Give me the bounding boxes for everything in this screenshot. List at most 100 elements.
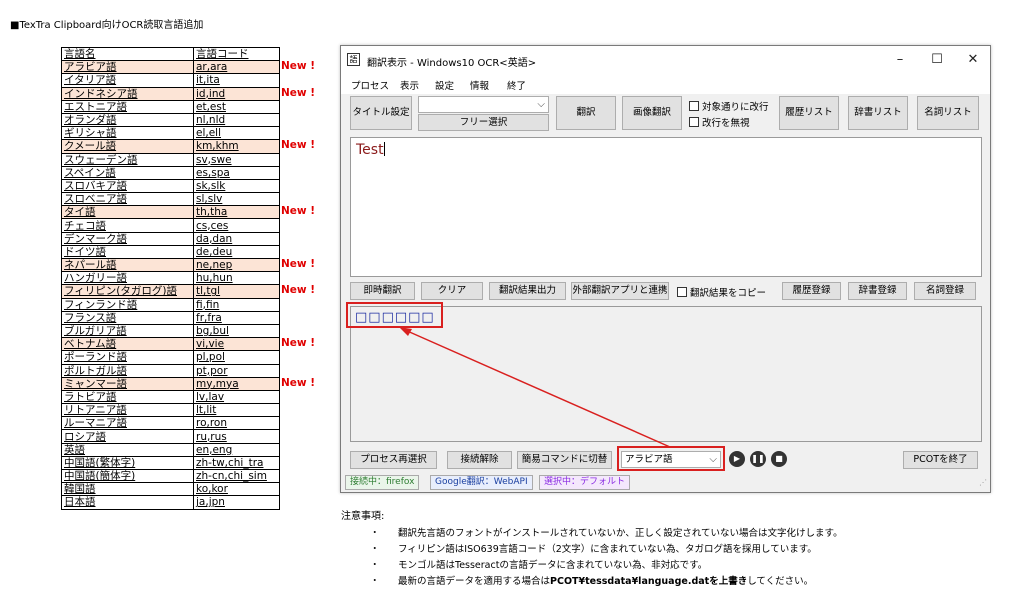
menu-settings[interactable]: 設定: [435, 78, 454, 92]
stop-icon[interactable]: ■: [771, 451, 787, 467]
language-name-cell: ブルガリア語: [61, 323, 194, 339]
language-name-cell: インドネシア語: [61, 86, 194, 101]
new-badge-spacer: [281, 298, 321, 311]
note-item: ・モンゴル語はTesseractの言語データに含まれていない為、非対応です。: [370, 560, 708, 571]
end-pcot-button[interactable]: PCOTを終了: [903, 451, 978, 469]
instant-translate-button[interactable]: 即時翻訳: [350, 282, 415, 300]
language-code-cell: ne,nep: [193, 257, 280, 273]
language-name-cell: スロベニア語: [61, 192, 194, 207]
menu-info[interactable]: 情報: [470, 78, 489, 92]
minimize-button[interactable]: –: [887, 50, 913, 70]
menu-bar: プロセス 表示 設定 情報 終了: [341, 74, 990, 94]
table-row: チェコ語 cs,ces: [61, 218, 280, 233]
maximize-button[interactable]: ☐: [924, 50, 950, 70]
note-bold-path: PCOT¥tessdata¥language.datを上書き: [550, 576, 748, 587]
language-code-cell: fi,fin: [193, 297, 280, 312]
new-badge-column: New ! New ! New ! New ! New ! New ! New ! New !: [281, 47, 321, 509]
status-connected: 接続中：firefox: [345, 475, 420, 490]
language-table: 言語名 言語コード アラビア語 ar,ara イタリア語 it,ita インドネシア語 id,…: [61, 46, 280, 510]
table-row: ラトビア語 lv,lav: [61, 389, 280, 405]
ignore-break-label: 改行を無視: [702, 118, 750, 129]
source-text-area[interactable]: Test: [350, 137, 982, 277]
translated-text-area[interactable]: □□□□□□: [350, 306, 982, 442]
play-icon[interactable]: ▶: [729, 451, 745, 467]
language-code-cell: lt,lit: [193, 403, 280, 418]
copy-result-checkbox[interactable]: 翻訳結果をコピー: [677, 285, 766, 299]
output-result-button[interactable]: 翻訳結果出力: [489, 282, 566, 300]
language-name-cell: ラトビア語: [61, 389, 194, 405]
simple-command-button[interactable]: 簡易コマンドに切替: [517, 451, 612, 469]
pause-icon[interactable]: ❚❚: [750, 451, 766, 467]
new-badge: New !: [281, 139, 316, 152]
resize-grip-icon[interactable]: ⋰: [979, 478, 987, 487]
disconnect-button[interactable]: 接続解除: [447, 451, 512, 469]
dictionary-register-button[interactable]: 辞書登録: [848, 282, 907, 300]
language-name-cell: イタリア語: [61, 73, 194, 88]
language-code-cell: vi,vie: [193, 337, 280, 352]
language-name-cell: スペイン語: [61, 165, 194, 180]
process-reselect-button[interactable]: プロセス再選択: [350, 451, 437, 469]
app-icon: 語: [347, 53, 360, 66]
table-row: オランダ語 nl,nld: [61, 112, 280, 128]
menu-process[interactable]: プロセス: [351, 78, 389, 92]
external-app-button[interactable]: 外部翻訳アプリと連携: [571, 282, 669, 300]
new-badge-spacer: [281, 364, 321, 377]
language-name-cell: スロバキア語: [61, 178, 194, 194]
menu-exit[interactable]: 終了: [507, 78, 526, 92]
history-list-button[interactable]: 履歴リスト: [779, 96, 839, 130]
translation-window: 語 翻訳表示 - Windows10 OCR<英語> – ☐ ✕ プロセス 表示…: [340, 45, 991, 493]
table-row: ポルトガル語 pt,por: [61, 363, 280, 378]
history-register-button[interactable]: 履歴登録: [782, 282, 841, 300]
table-row: デンマーク語 da,dan: [61, 231, 280, 246]
title-combo[interactable]: ⌵: [418, 96, 549, 113]
table-header-cell: 言語コード: [193, 46, 280, 62]
language-code-cell: fr,fra: [193, 310, 280, 325]
line-break-checkbox[interactable]: 対象通りに改行: [689, 99, 769, 113]
language-code-cell: nl,nld: [193, 112, 280, 128]
language-name-cell: ポーランド語: [61, 350, 194, 365]
close-button[interactable]: ✕: [960, 50, 986, 70]
table-row: 日本語 ja,jpn: [61, 495, 280, 510]
status-selected: 選択中：デフォルト: [539, 475, 631, 490]
language-code-cell: th,tha: [193, 205, 280, 220]
language-code-cell: el,ell: [193, 126, 280, 141]
language-name-cell: リトアニア語: [61, 403, 194, 418]
dictionary-list-button[interactable]: 辞書リスト: [848, 96, 908, 130]
language-code-cell: pl,pol: [193, 350, 280, 365]
table-row: 中国語(簡体字) zh-cn,chi_sim: [61, 468, 280, 484]
title-setting-button[interactable]: タイトル設定: [350, 96, 412, 130]
menu-view[interactable]: 表示: [400, 78, 419, 92]
new-badge-spacer: [281, 126, 321, 139]
new-badge-spacer: [281, 403, 321, 416]
note-item: ・翻訳先言語のフォントがインストールされていないか、正しく設定されていない場合は…: [370, 528, 843, 539]
image-translate-button[interactable]: 画像翻訳: [622, 96, 682, 130]
checkbox-icon: [677, 287, 687, 297]
new-badge-spacer: [281, 482, 321, 495]
language-code-cell: sl,slv: [193, 192, 280, 207]
language-name-cell: ハンガリー語: [61, 271, 194, 286]
new-badge: New !: [281, 284, 316, 297]
new-badge-spacer: [281, 73, 321, 86]
table-row: スロベニア語 sl,slv: [61, 192, 280, 207]
language-code-cell: ar,ara: [193, 60, 280, 75]
free-select-button[interactable]: フリー選択: [418, 114, 549, 131]
page-title: ■TexTra Clipboard向けOCR読取言語追加: [10, 20, 204, 31]
status-engine: Google翻訳：WebAPI: [430, 475, 533, 490]
clear-button[interactable]: クリア: [421, 282, 483, 300]
title-bar[interactable]: 語 翻訳表示 - Windows10 OCR<英語> – ☐ ✕: [341, 46, 990, 74]
language-name-cell: フィンランド語: [61, 297, 194, 312]
language-name-cell: アラビア語: [61, 60, 194, 75]
translate-button[interactable]: 翻訳: [556, 96, 616, 130]
language-name-cell: ロシア語: [61, 429, 194, 444]
new-badge: New !: [281, 86, 316, 99]
table-row: タイ語 th,tha: [61, 205, 280, 220]
table-row: リトアニア語 lt,lit: [61, 403, 280, 418]
note-item: ・フィリピン語はISO639言語コード（2文字）に含まれていない為、タガログ語を…: [370, 544, 817, 555]
ignore-break-checkbox[interactable]: 改行を無視: [689, 115, 750, 129]
new-badge: New !: [281, 205, 316, 218]
new-badge-spacer: [281, 456, 321, 469]
language-code-cell: zh-cn,chi_sim: [193, 468, 280, 484]
noun-list-button[interactable]: 名詞リスト: [917, 96, 979, 130]
table-row: ポーランド語 pl,pol: [61, 350, 280, 365]
noun-register-button[interactable]: 名詞登録: [914, 282, 976, 300]
